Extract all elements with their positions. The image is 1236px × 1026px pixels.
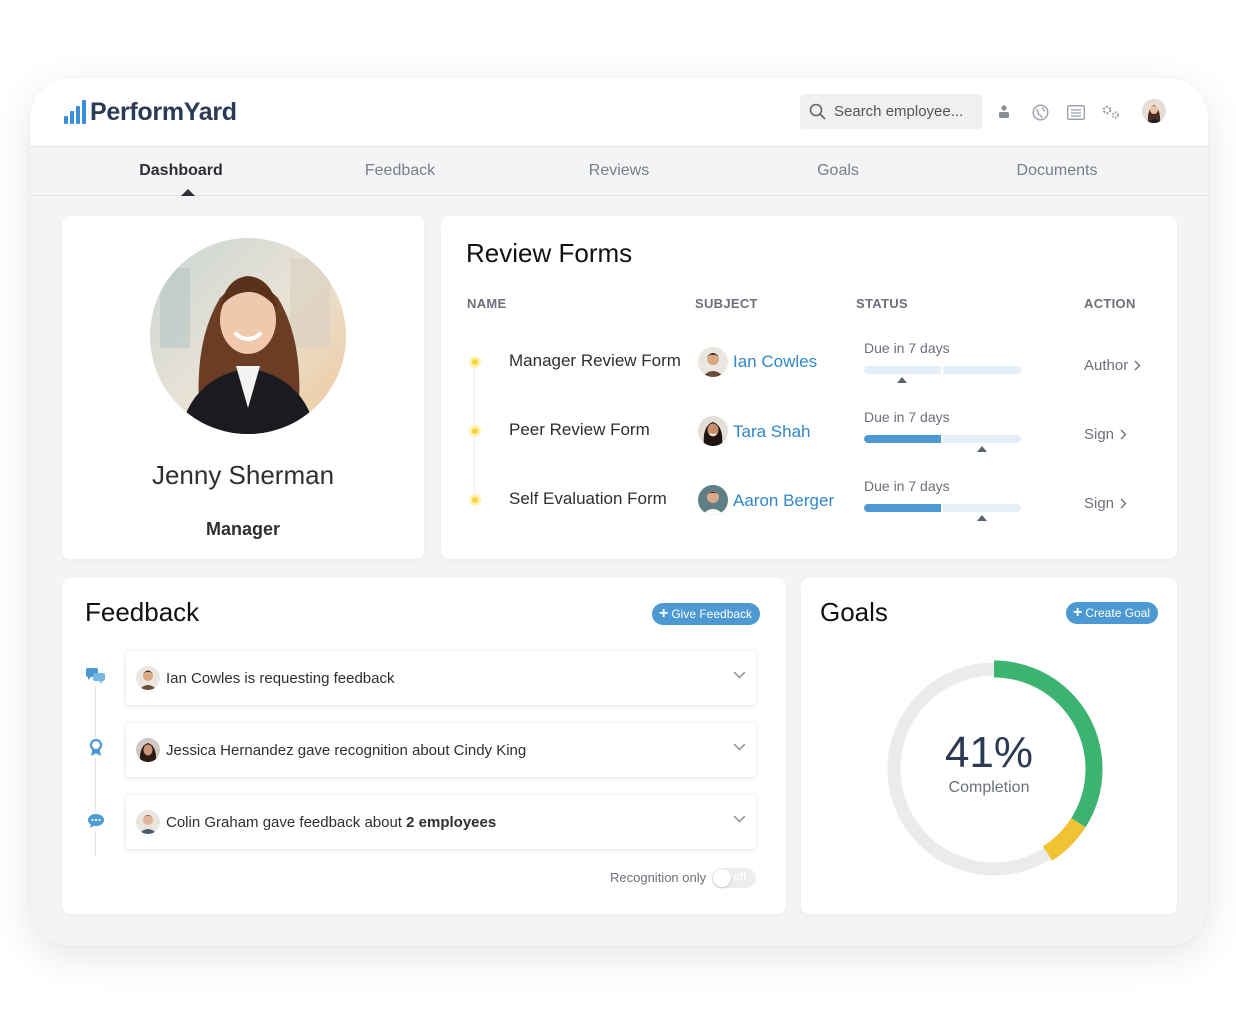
review-forms-card: Review Forms NAME SUBJECT STATUS ACTION …: [441, 216, 1177, 559]
progress-marker: [977, 515, 987, 521]
logo-text: PerformYard: [90, 97, 237, 126]
tab-reviews[interactable]: Reviews: [589, 162, 649, 180]
feedback-title: Feedback: [85, 597, 200, 627]
avatar: [698, 485, 728, 515]
subject-link[interactable]: Tara Shah: [733, 422, 811, 442]
main-tabs: Dashboard Feedback Reviews Goals Documen…: [30, 146, 1208, 196]
recognition-only-toggle[interactable]: off: [712, 868, 756, 888]
give-feedback-label: Give Feedback: [671, 607, 753, 621]
feedback-item[interactable]: Ian Cowles is requesting feedback: [126, 651, 756, 705]
column-header-name: NAME: [467, 296, 507, 311]
create-goal-button[interactable]: + Create Goal: [1066, 602, 1159, 624]
avatar: [698, 347, 728, 377]
chat-bubbles-icon: [86, 666, 106, 686]
review-forms-title: Review Forms: [466, 238, 633, 268]
avatar: [136, 810, 160, 834]
plus-icon: +: [1073, 604, 1083, 621]
completion-percent: 41%: [944, 728, 1034, 777]
app-window: PerformYard Dashboard Feedback Reviews: [30, 78, 1208, 946]
status-dot: [469, 425, 481, 437]
search-box[interactable]: [800, 94, 982, 129]
logo-bars-icon: [64, 100, 86, 124]
action-label: Author: [1084, 357, 1129, 374]
subject-link[interactable]: Ian Cowles: [733, 352, 817, 372]
tab-feedback[interactable]: Feedback: [365, 162, 435, 180]
tab-dashboard[interactable]: Dashboard: [139, 162, 223, 180]
status-text: Due in 7 days: [864, 340, 950, 356]
profile-card: Jenny Sherman Manager: [62, 216, 424, 559]
award-icon: [86, 738, 106, 758]
user-avatar[interactable]: [1142, 99, 1166, 123]
org-chart-icon[interactable]: [994, 102, 1014, 122]
globe-icon[interactable]: [1030, 102, 1050, 122]
chevron-right-icon: [1120, 498, 1127, 509]
avatar: [136, 666, 160, 690]
settings-icon[interactable]: [1101, 102, 1121, 122]
chevron-down-icon[interactable]: [733, 671, 746, 679]
plus-icon: +: [659, 605, 669, 622]
action-link[interactable]: Sign: [1084, 426, 1127, 443]
status-dot: [469, 356, 481, 368]
profile-name: Jenny Sherman: [151, 460, 335, 490]
action-label: Sign: [1084, 426, 1115, 443]
progress-bar-fill: [864, 435, 943, 443]
progress-bar-fill: [864, 504, 943, 512]
chevron-down-icon[interactable]: [733, 815, 746, 823]
form-name[interactable]: Peer Review Form: [509, 420, 650, 440]
status-text: Due in 7 days: [864, 478, 950, 494]
feedback-item[interactable]: Colin Graham gave feedback about 2 emplo…: [126, 795, 756, 849]
action-label: Sign: [1084, 495, 1115, 512]
profile-photo: [150, 238, 346, 434]
completion-label: Completion: [948, 779, 1030, 796]
avatar: [136, 738, 160, 762]
progress-bar: [864, 435, 1021, 443]
recognition-only-label: Recognition only: [610, 870, 707, 885]
feedback-card: Feedback + Give Feedback Ian Cowles is r…: [62, 578, 786, 914]
progress-marker: [897, 377, 907, 383]
chevron-right-icon: [1134, 360, 1141, 371]
goals-card: Goals + Create Goal 41% Completion: [801, 578, 1177, 914]
chevron-right-icon: [1120, 429, 1127, 440]
column-header-action: ACTION: [1084, 296, 1136, 311]
column-header-status: STATUS: [856, 296, 908, 311]
tab-documents[interactable]: Documents: [1017, 162, 1098, 180]
column-header-subject: SUBJECT: [695, 296, 758, 311]
give-feedback-button[interactable]: + Give Feedback: [652, 603, 761, 625]
active-tab-indicator: [181, 189, 195, 196]
search-input[interactable]: [834, 103, 974, 120]
chevron-down-icon[interactable]: [733, 743, 746, 751]
create-goal-label: Create Goal: [1085, 606, 1151, 620]
list-icon[interactable]: [1066, 102, 1086, 122]
progress-bar: [864, 504, 1021, 512]
progress-marker: [977, 446, 987, 452]
status-text: Due in 7 days: [864, 409, 950, 425]
search-icon: [809, 103, 826, 120]
toggle-state-text: off: [734, 871, 747, 883]
status-dot: [469, 494, 481, 506]
subject-link[interactable]: Aaron Berger: [733, 491, 834, 511]
tab-goals[interactable]: Goals: [817, 162, 859, 180]
logo[interactable]: PerformYard: [64, 98, 237, 126]
form-name[interactable]: Manager Review Form: [509, 351, 681, 371]
feedback-text: Jessica Hernandez gave recognition about…: [166, 741, 527, 759]
feedback-text: Colin Graham gave feedback about 2 emplo…: [166, 813, 497, 831]
goals-title: Goals: [820, 597, 888, 627]
toggle-knob: [713, 869, 731, 887]
avatar: [698, 416, 728, 446]
progress-bar: [864, 366, 1021, 374]
action-link[interactable]: Author: [1084, 357, 1141, 374]
speech-bubble-icon: [86, 811, 106, 831]
feedback-text: Ian Cowles is requesting feedback: [166, 669, 395, 687]
top-bar: PerformYard: [30, 78, 1208, 146]
form-name[interactable]: Self Evaluation Form: [509, 489, 667, 509]
action-link[interactable]: Sign: [1084, 495, 1127, 512]
feedback-item[interactable]: Jessica Hernandez gave recognition about…: [126, 723, 756, 777]
profile-role: Manager: [205, 519, 281, 539]
